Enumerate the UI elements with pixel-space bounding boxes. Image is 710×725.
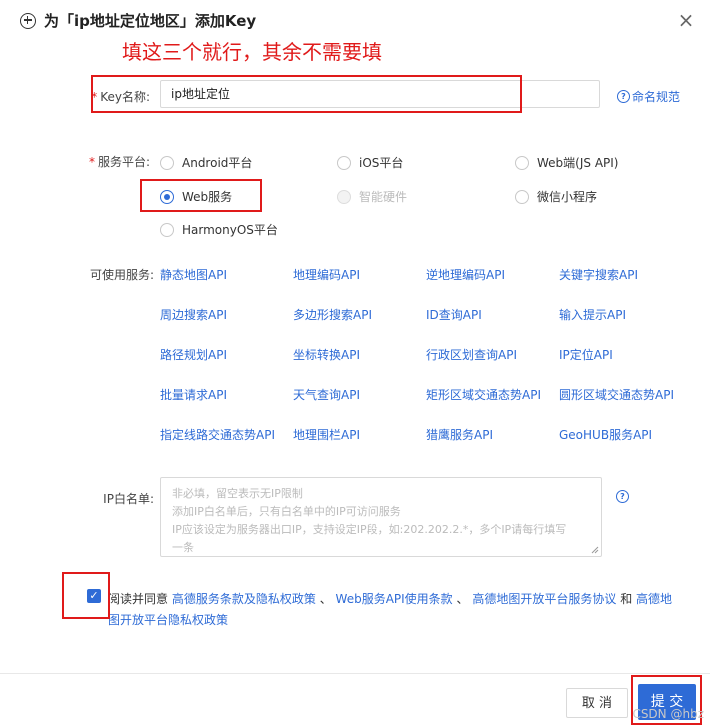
placeholder-line: 添加IP白名单后，只有白名单中的IP可访问服务 (172, 505, 401, 518)
placeholder-line: 一条 (172, 541, 194, 554)
dialog-title: 为「ip地址定位地区」添加Key (44, 12, 257, 30)
placeholder-line: IP应该设定为服务器出口IP，支持设定IP段，如:202.202.2.*，多个I… (172, 523, 567, 536)
api-link[interactable]: 路径规划API (160, 346, 227, 363)
api-link[interactable]: IP定位API (559, 346, 613, 363)
webservice-terms-link[interactable]: Web服务API使用条款 (336, 592, 453, 606)
placeholder-line: 非必填，留空表示无IP限制 (172, 487, 303, 500)
services-label: 可使用服务: (89, 268, 154, 282)
api-link[interactable]: 地理编码API (293, 266, 360, 283)
agreement-text: 阅读并同意 高德服务条款及隐私权政策 、 Web服务API使用条款 、 高德地图… (108, 592, 673, 627)
api-link[interactable]: 坐标转换API (293, 346, 360, 363)
radio-wechat-mini[interactable]: 微信小程序 (515, 188, 597, 205)
api-link[interactable]: 多边形搜索API (293, 306, 372, 323)
api-link[interactable]: 猎鹰服务API (426, 426, 493, 443)
radio-ios[interactable]: iOS平台 (337, 154, 403, 171)
naming-rules-link[interactable]: ? 命名规范 (617, 88, 680, 105)
ip-whitelist-label: IP白名单: (103, 492, 154, 506)
api-link[interactable]: 周边搜索API (160, 306, 227, 323)
radio-harmonyos[interactable]: HarmonyOS平台 (160, 221, 278, 238)
key-name-input[interactable]: ip地址定位 (160, 80, 600, 108)
api-link[interactable]: 逆地理编码API (426, 266, 505, 283)
radio-web-service[interactable]: Web服务 (160, 188, 232, 205)
platform-agreement-link[interactable]: 高德地图开放平台服务协议 (472, 592, 616, 606)
agree-checkbox[interactable]: ✓ (87, 589, 101, 603)
footer-divider (0, 673, 710, 674)
watermark: CSDN @hbz (632, 707, 704, 721)
question-icon: ? (617, 90, 630, 103)
api-link[interactable]: 批量请求API (160, 386, 227, 403)
radio-android[interactable]: Android平台 (160, 154, 252, 171)
add-circle-icon (20, 12, 36, 29)
cancel-button[interactable]: 取 消 (566, 688, 628, 718)
close-icon[interactable]: × (676, 10, 696, 30)
api-link[interactable]: 天气查询API (293, 386, 360, 403)
ip-whitelist-textarea[interactable]: 非必填，留空表示无IP限制 添加IP白名单后，只有白名单中的IP可访问服务 IP… (160, 477, 602, 557)
dialog-title-bar: 为「ip地址定位地区」添加Key (20, 10, 256, 31)
terms-link[interactable]: 高德服务条款及隐私权政策 (172, 592, 316, 606)
resize-handle-icon[interactable] (591, 546, 599, 554)
ip-help-icon[interactable]: ? (616, 490, 629, 503)
api-link[interactable]: 关键字搜索API (559, 266, 638, 283)
annotation-box-agree (62, 572, 110, 619)
question-icon: ? (616, 490, 629, 503)
api-link[interactable]: 静态地图API (160, 266, 227, 283)
annotation-text: 填这三个就行，其余不需要填 (122, 40, 382, 64)
api-link[interactable]: ID查询API (426, 306, 482, 323)
api-link[interactable]: 行政区划查询API (426, 346, 517, 363)
radio-smart-hardware[interactable]: 智能硬件 (337, 188, 407, 205)
api-link[interactable]: 输入提示API (559, 306, 626, 323)
api-link[interactable]: 指定线路交通态势API (160, 426, 275, 443)
api-link[interactable]: 圆形区域交通态势API (559, 386, 674, 403)
key-name-label: * Key名称: (91, 90, 150, 104)
api-link[interactable]: 矩形区域交通态势API (426, 386, 541, 403)
api-link[interactable]: 地理围栏API (293, 426, 360, 443)
platform-label: * 服务平台: (88, 155, 150, 169)
radio-web-js[interactable]: Web端(JS API) (515, 154, 618, 171)
api-link[interactable]: GeoHUB服务API (559, 426, 652, 443)
